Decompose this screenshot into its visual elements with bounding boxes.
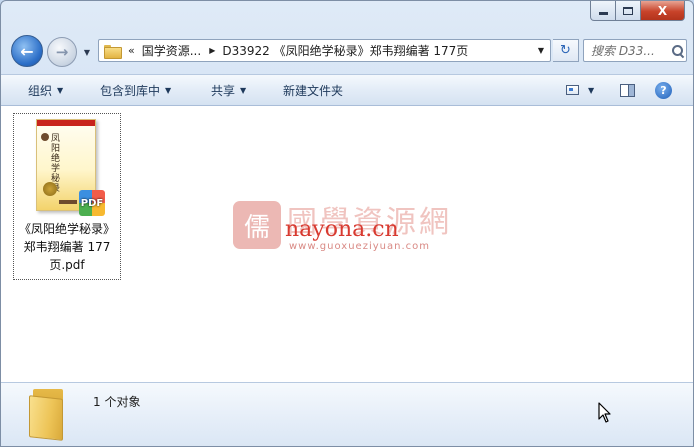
- watermark-logo-icon: 儒: [233, 201, 281, 249]
- recent-pages-button[interactable]: ▼: [81, 46, 93, 58]
- close-button[interactable]: X: [641, 1, 685, 21]
- back-arrow-icon: ←: [20, 41, 34, 61]
- new-folder-label: 新建文件夹: [283, 84, 344, 98]
- pdf-badge-label: PDF: [80, 197, 104, 209]
- explorer-window: X ← → ▼ « 国学资源... ▶ D33922 《凤阳绝学秘录》郑韦翔编著…: [0, 0, 694, 447]
- folder-icon: [29, 389, 69, 441]
- minimize-button[interactable]: [590, 1, 616, 21]
- forward-arrow-icon: →: [55, 43, 69, 61]
- item-count: 1 个对象: [93, 395, 141, 409]
- command-bar: 组织 ▼ 包含到库中 ▼ 共享 ▼ 新建文件夹 ▼ ?: [1, 74, 693, 106]
- chevron-down-icon: ▼: [83, 47, 91, 57]
- site-watermark: 儒 國學資源網 nayona.cn www.guoxueziyuan.com: [233, 197, 473, 253]
- folder-icon: [104, 44, 122, 59]
- preview-pane-icon[interactable]: [620, 84, 635, 97]
- caption-buttons: X: [590, 1, 685, 21]
- breadcrumb-item[interactable]: 国学资源...: [142, 42, 201, 59]
- file-name[interactable]: 《凤阳绝学秘录》郑韦翔编著 177页.pdf: [16, 220, 118, 274]
- include-in-library-menu[interactable]: 包含到库中 ▼: [100, 75, 171, 106]
- address-dropdown-button[interactable]: ▼: [532, 40, 550, 61]
- watermark-domain-text: nayona.cn: [285, 217, 399, 242]
- file-list-pane[interactable]: 凤阳绝学秘录 PDF 《凤阳绝学秘录》郑韦翔编著 177页.pdf 儒 國學資源…: [1, 106, 693, 382]
- view-options-chevron-icon[interactable]: ▼: [588, 86, 594, 95]
- maximize-button[interactable]: [616, 1, 641, 21]
- watermark-url-text: www.guoxueziyuan.com: [289, 241, 430, 252]
- pdf-file-icon: PDF: [79, 190, 105, 216]
- maximize-icon: [623, 6, 633, 15]
- back-button[interactable]: ←: [11, 35, 43, 67]
- organize-menu[interactable]: 组织 ▼: [28, 75, 63, 106]
- thumbnail-seal-mark: [41, 133, 49, 141]
- minimize-icon: [598, 12, 608, 15]
- address-bar[interactable]: « 国学资源... ▶ D33922 《凤阳绝学秘录》郑韦翔编著 177页 ▼: [98, 39, 551, 62]
- search-input[interactable]: [591, 43, 669, 58]
- mouse-pointer-icon: [598, 402, 611, 423]
- thumbnail-publisher-mark: [59, 200, 77, 204]
- breadcrumb-separator-icon[interactable]: ▶: [209, 46, 215, 55]
- details-pane: 1 个对象: [1, 382, 693, 446]
- organize-label: 组织: [28, 84, 53, 98]
- folder-front-shape: [29, 395, 63, 441]
- refresh-icon: ↻: [560, 43, 571, 58]
- file-item-pdf[interactable]: 凤阳绝学秘录 PDF 《凤阳绝学秘录》郑韦翔编著 177页.pdf: [13, 113, 121, 280]
- breadcrumb-overflow[interactable]: «: [128, 44, 135, 57]
- new-folder-button[interactable]: 新建文件夹: [283, 75, 343, 106]
- thumbnail-ornament: [43, 182, 57, 196]
- help-icon[interactable]: ?: [655, 82, 672, 99]
- navigation-bar: ← → ▼ « 国学资源... ▶ D33922 《凤阳绝学秘录》郑韦翔编著 1…: [1, 35, 693, 67]
- search-box[interactable]: [583, 39, 687, 62]
- chevron-down-icon: ▼: [165, 86, 172, 95]
- chevron-down-icon: ▼: [240, 86, 247, 95]
- search-icon[interactable]: [671, 44, 685, 58]
- share-label: 共享: [211, 84, 236, 98]
- chevron-down-icon: ▼: [537, 46, 545, 55]
- breadcrumb-current[interactable]: D33922 《凤阳绝学秘录》郑韦翔编著 177页: [222, 42, 468, 59]
- forward-button[interactable]: →: [47, 37, 77, 67]
- include-library-label: 包含到库中: [100, 84, 161, 98]
- refresh-button[interactable]: ↻: [553, 39, 579, 62]
- chevron-down-icon: ▼: [57, 86, 64, 95]
- thumbnail-header-bar: [37, 120, 95, 126]
- share-menu[interactable]: 共享 ▼: [211, 75, 246, 106]
- change-view-icon[interactable]: [566, 85, 579, 95]
